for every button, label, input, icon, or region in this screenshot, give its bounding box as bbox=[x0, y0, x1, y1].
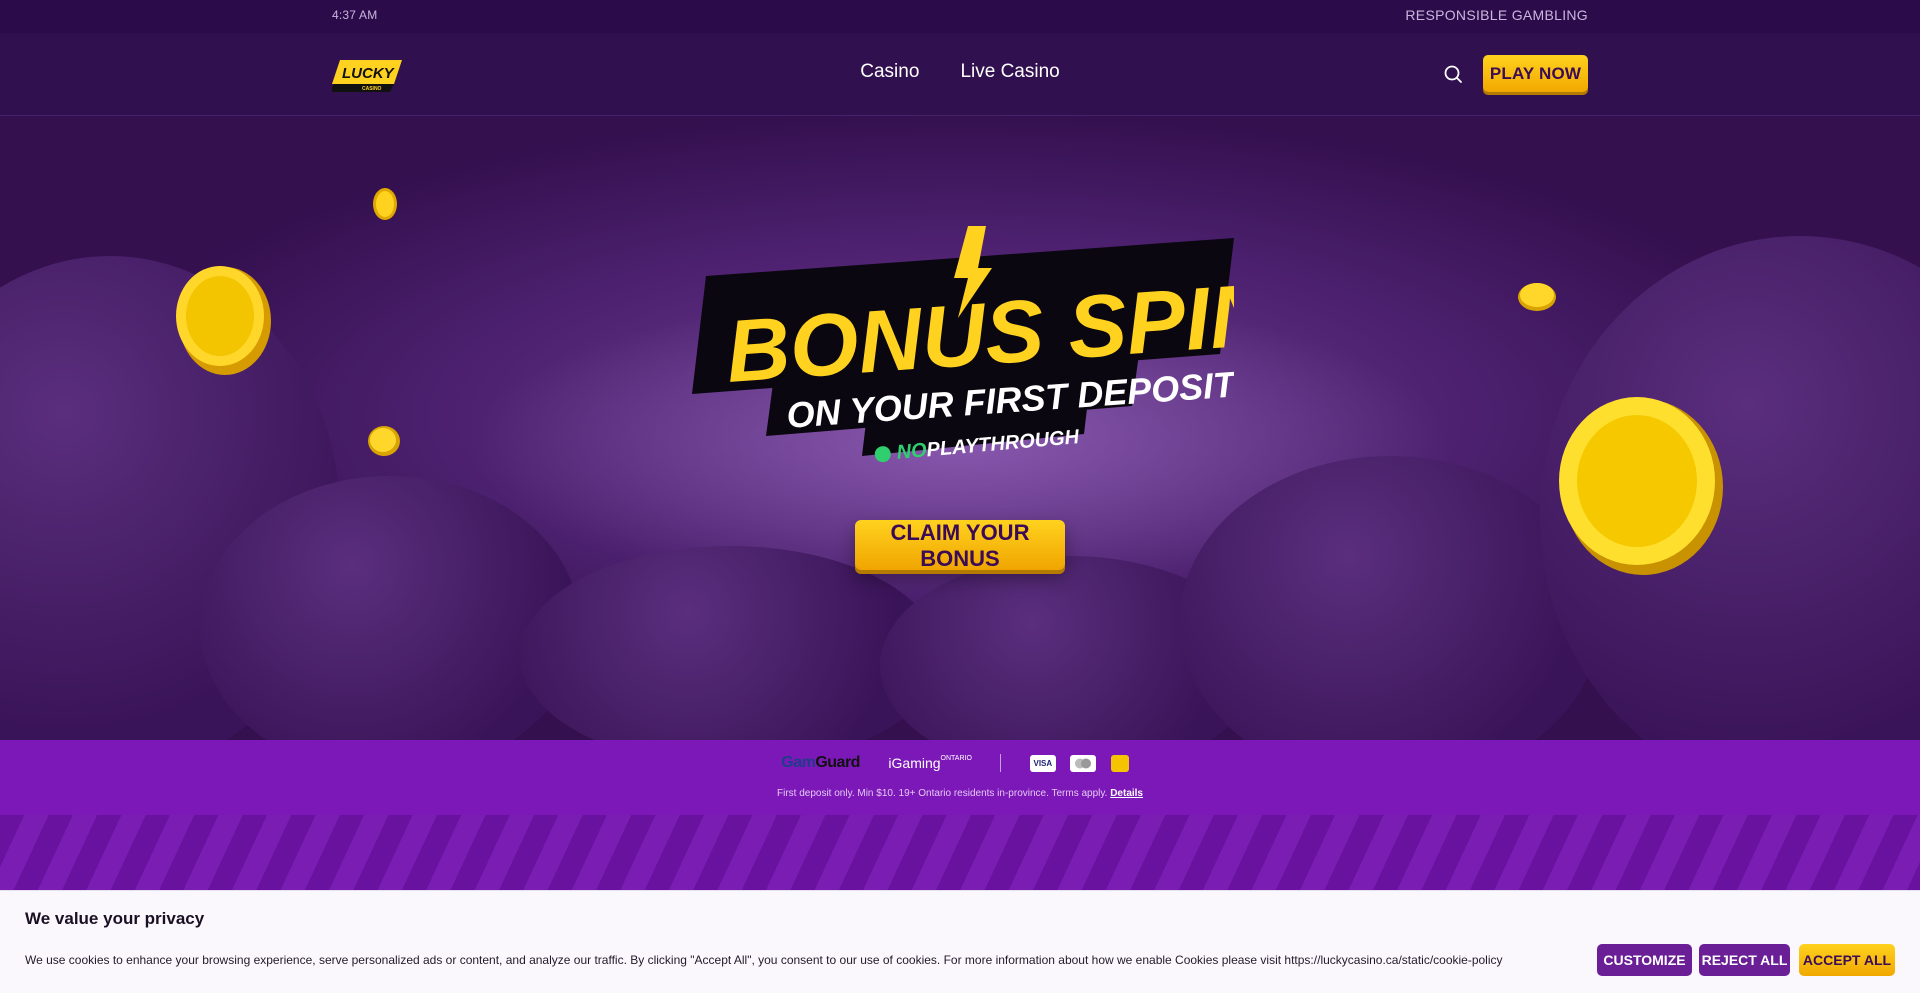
reject-all-button[interactable]: REJECT ALL bbox=[1699, 944, 1790, 976]
svg-text:NO: NO bbox=[896, 439, 928, 464]
top-utility-bar: 4:37 AM RESPONSIBLE GAMBLING bbox=[0, 0, 1920, 33]
gold-coin-decoration bbox=[1559, 397, 1723, 575]
bonus-disclaimer: First deposit only. Min $10. 19+ Ontario… bbox=[776, 788, 1143, 799]
cookie-text: We use cookies to enhance your browsing … bbox=[25, 953, 1503, 967]
details-link[interactable]: Details bbox=[1110, 788, 1143, 799]
logo-divider bbox=[1000, 754, 1002, 772]
nav-live-casino[interactable]: Live Casino bbox=[960, 61, 1059, 83]
igaming-ontario-logo: iGamingONTARIO bbox=[888, 755, 972, 771]
gold-coin-decoration bbox=[1518, 283, 1556, 311]
trust-logos: GamGuard iGamingONTARIO VISA bbox=[0, 754, 1920, 778]
customize-cookies-button[interactable]: CUSTOMIZE bbox=[1597, 944, 1692, 976]
claim-bonus-button[interactable]: CLAIM YOUR BONUS bbox=[855, 520, 1065, 571]
search-icon[interactable] bbox=[1441, 62, 1465, 86]
primary-nav: Casino Live Casino bbox=[0, 61, 1920, 83]
accept-all-button[interactable]: ACCEPT ALL bbox=[1799, 944, 1895, 976]
gamguard-logo: GamGuard bbox=[781, 754, 860, 771]
interac-icon bbox=[1110, 754, 1129, 772]
clock-time: 4:37 AM bbox=[332, 8, 378, 22]
gold-coin-decoration bbox=[176, 266, 271, 375]
background-rock bbox=[1180, 456, 1600, 740]
main-header: LUCKY CASINO Casino Live Casino PLAY NOW bbox=[0, 33, 1920, 116]
svg-text:CASINO: CASINO bbox=[362, 86, 382, 92]
decorative-pattern-band bbox=[0, 815, 1920, 890]
play-now-button[interactable]: PLAY NOW bbox=[1483, 55, 1588, 92]
gold-coin-decoration bbox=[373, 188, 397, 220]
visa-icon: VISA bbox=[1029, 754, 1056, 772]
trust-strip: GamGuard iGamingONTARIO VISA First depos… bbox=[0, 740, 1920, 815]
bonus-spins-headline: BONUS SPINS ON YOUR FIRST DEPOSIT! NO PL… bbox=[686, 226, 1335, 466]
cookie-consent-banner: We value your privacy We use cookies to … bbox=[0, 890, 1920, 993]
nav-casino[interactable]: Casino bbox=[860, 61, 919, 83]
background-rock bbox=[520, 546, 940, 740]
mastercard-icon bbox=[1070, 754, 1097, 772]
responsible-gambling-link[interactable]: RESPONSIBLE GAMBLING bbox=[1405, 7, 1588, 23]
hero-banner: BONUS SPINS ON YOUR FIRST DEPOSIT! NO PL… bbox=[0, 116, 1920, 740]
cookie-title: We value your privacy bbox=[25, 909, 205, 928]
gold-coin-decoration bbox=[368, 426, 400, 456]
